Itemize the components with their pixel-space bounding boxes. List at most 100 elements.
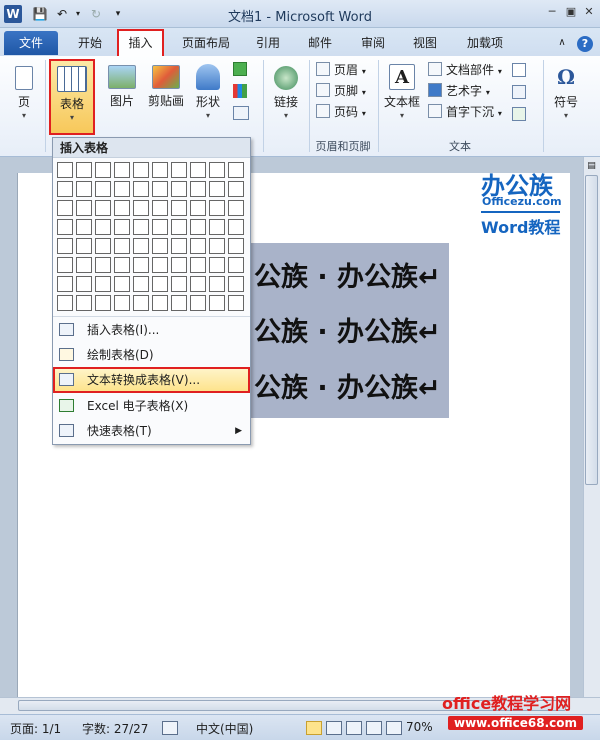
table-grid-cell[interactable] xyxy=(133,200,149,216)
table-grid-cell[interactable] xyxy=(57,276,73,292)
table-grid-cell[interactable] xyxy=(133,238,149,254)
table-grid-cell[interactable] xyxy=(152,257,168,273)
table-grid-cell[interactable] xyxy=(209,162,225,178)
table-grid-cell[interactable] xyxy=(209,181,225,197)
table-grid-cell[interactable] xyxy=(133,276,149,292)
doc-line-2[interactable]: 公族 · 办公族↵ xyxy=(254,310,441,349)
signature-line-icon[interactable] xyxy=(512,63,526,77)
table-grid-cell[interactable] xyxy=(95,162,111,178)
tab-view[interactable]: 视图 xyxy=(407,31,443,55)
table-grid-cell[interactable] xyxy=(190,219,206,235)
ruler-toggle-icon[interactable]: ▤ xyxy=(585,160,598,172)
header-button[interactable]: 页眉 ▾ xyxy=(316,60,366,80)
table-grid-cell[interactable] xyxy=(57,238,73,254)
word-count[interactable]: 字数: 27/27 xyxy=(82,720,148,737)
table-grid-cell[interactable] xyxy=(190,257,206,273)
table-grid-cell[interactable] xyxy=(133,219,149,235)
table-grid-cell[interactable] xyxy=(171,219,187,235)
table-grid-cell[interactable] xyxy=(171,238,187,254)
vertical-scroll-thumb[interactable] xyxy=(585,175,598,485)
table-grid-cell[interactable] xyxy=(209,257,225,273)
menu-insert-table[interactable]: 插入表格(I)... xyxy=(53,318,250,342)
table-grid-cell[interactable] xyxy=(133,162,149,178)
table-grid-picker[interactable] xyxy=(57,162,247,312)
clipart-button[interactable]: 剪贴画 xyxy=(146,58,186,109)
table-grid-cell[interactable] xyxy=(190,162,206,178)
pages-button[interactable]: 页 ▾ xyxy=(8,58,40,120)
table-grid-cell[interactable] xyxy=(209,295,225,311)
textbox-button[interactable]: A 文本框 ▾ xyxy=(382,58,422,120)
table-grid-cell[interactable] xyxy=(171,295,187,311)
draft-view-icon[interactable] xyxy=(386,721,402,735)
tab-mailings[interactable]: 邮件 xyxy=(302,31,338,55)
table-grid-cell[interactable] xyxy=(76,219,92,235)
table-grid-cell[interactable] xyxy=(114,219,130,235)
table-button[interactable]: 表格 ▾ xyxy=(49,59,95,135)
tab-addins[interactable]: 加载项 xyxy=(460,31,510,55)
table-grid-cell[interactable] xyxy=(76,181,92,197)
picture-button[interactable]: 图片 xyxy=(104,58,140,109)
minimize-ribbon-icon[interactable]: ∧ xyxy=(555,31,569,55)
table-grid-cell[interactable] xyxy=(228,162,244,178)
table-grid-cell[interactable] xyxy=(95,295,111,311)
table-grid-cell[interactable] xyxy=(171,200,187,216)
page-number-button[interactable]: 页码 ▾ xyxy=(316,102,366,122)
table-grid-cell[interactable] xyxy=(152,276,168,292)
table-grid-cell[interactable] xyxy=(209,219,225,235)
table-grid-cell[interactable] xyxy=(133,257,149,273)
table-grid-cell[interactable] xyxy=(114,257,130,273)
tab-page-layout[interactable]: 页面布局 xyxy=(176,31,236,55)
tab-file[interactable]: 文件 xyxy=(4,31,58,55)
table-grid-cell[interactable] xyxy=(57,181,73,197)
dropcap-button[interactable]: 首字下沉 ▾ xyxy=(428,102,502,122)
table-grid-cell[interactable] xyxy=(152,162,168,178)
table-grid-cell[interactable] xyxy=(76,200,92,216)
menu-excel-spreadsheet[interactable]: Excel 电子表格(X) xyxy=(53,394,250,418)
page-count[interactable]: 页面: 1/1 xyxy=(10,720,61,737)
table-grid-cell[interactable] xyxy=(209,238,225,254)
table-grid-cell[interactable] xyxy=(228,276,244,292)
table-grid-cell[interactable] xyxy=(114,162,130,178)
table-grid-cell[interactable] xyxy=(95,181,111,197)
table-grid-cell[interactable] xyxy=(114,181,130,197)
table-grid-cell[interactable] xyxy=(209,276,225,292)
table-grid-cell[interactable] xyxy=(114,238,130,254)
table-grid-cell[interactable] xyxy=(57,257,73,273)
table-grid-cell[interactable] xyxy=(95,219,111,235)
chart-icon[interactable] xyxy=(233,84,247,98)
minimize-icon[interactable]: ─ xyxy=(543,4,561,20)
table-grid-cell[interactable] xyxy=(209,200,225,216)
doc-line-1[interactable]: 公族 · 办公族↵ xyxy=(254,255,441,294)
tab-review[interactable]: 审阅 xyxy=(355,31,391,55)
table-grid-cell[interactable] xyxy=(76,162,92,178)
table-grid-cell[interactable] xyxy=(171,181,187,197)
tab-home[interactable]: 开始 xyxy=(70,31,110,55)
table-grid-cell[interactable] xyxy=(76,295,92,311)
menu-draw-table[interactable]: 绘制表格(D) xyxy=(53,343,250,367)
table-grid-cell[interactable] xyxy=(190,295,206,311)
screenshot-icon[interactable] xyxy=(233,106,249,120)
table-grid-cell[interactable] xyxy=(95,257,111,273)
table-grid-cell[interactable] xyxy=(152,219,168,235)
table-grid-cell[interactable] xyxy=(152,200,168,216)
restore-icon[interactable]: ▣ xyxy=(562,4,580,20)
table-grid-cell[interactable] xyxy=(228,257,244,273)
table-grid-cell[interactable] xyxy=(57,162,73,178)
symbol-button[interactable]: Ω 符号 ▾ xyxy=(548,58,584,120)
table-grid-cell[interactable] xyxy=(114,200,130,216)
table-grid-cell[interactable] xyxy=(171,276,187,292)
table-grid-cell[interactable] xyxy=(95,238,111,254)
table-grid-cell[interactable] xyxy=(190,238,206,254)
help-icon[interactable]: ? xyxy=(577,36,593,52)
outline-view-icon[interactable] xyxy=(366,721,382,735)
table-grid-cell[interactable] xyxy=(57,200,73,216)
tab-references[interactable]: 引用 xyxy=(250,31,286,55)
table-grid-cell[interactable] xyxy=(95,200,111,216)
language[interactable]: 中文(中国) xyxy=(196,720,253,737)
table-grid-cell[interactable] xyxy=(228,200,244,216)
table-grid-cell[interactable] xyxy=(171,257,187,273)
zoom-level[interactable]: 70% xyxy=(406,720,433,734)
wordart-button[interactable]: 艺术字 ▾ xyxy=(428,81,490,101)
proofing-icon[interactable] xyxy=(162,721,178,735)
menu-quick-tables[interactable]: 快速表格(T) ▶ xyxy=(53,419,250,443)
